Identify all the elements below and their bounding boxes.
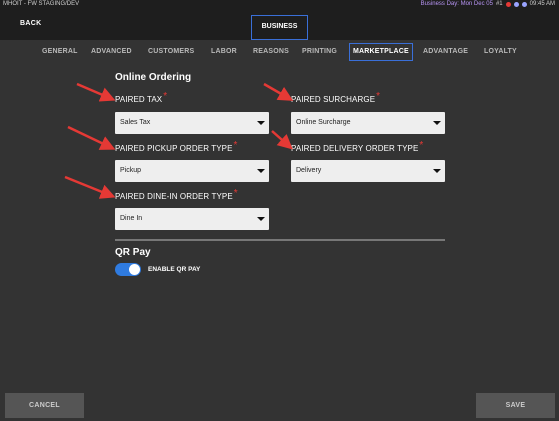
paired-tax-select[interactable]: Sales Tax — [115, 112, 269, 134]
required-marker: * — [419, 140, 424, 151]
paired-pickup-select[interactable]: Pickup — [115, 160, 269, 182]
paired-dine-in-value: Dine In — [120, 215, 143, 222]
app-header: BACK BUSINESS — [0, 9, 559, 40]
paired-tax-label: PAIRED TAX* — [115, 91, 168, 104]
arrow-paired-surcharge — [263, 82, 294, 101]
paired-dine-in-label: PAIRED DINE-IN ORDER TYPE* — [115, 188, 238, 201]
paired-delivery-value: Delivery — [296, 167, 322, 174]
required-marker: * — [233, 140, 238, 151]
tab-customers[interactable]: CUSTOMERS — [148, 43, 194, 61]
arrow-paired-pickup — [67, 125, 116, 150]
network-icon — [521, 2, 527, 7]
paired-pickup-value: Pickup — [120, 167, 142, 174]
tab-printing[interactable]: PRINTING — [302, 43, 337, 61]
tab-loyalty[interactable]: LOYALTY — [484, 43, 517, 61]
terminal-number: #1 — [495, 1, 503, 7]
tab-general[interactable]: GENERAL — [42, 43, 78, 61]
status-right: Business Day: Mon Dec 05 #1 09:45 AM — [421, 0, 555, 9]
tab-marketplace[interactable]: MARKETPLACE — [349, 43, 413, 61]
tab-advantage[interactable]: ADVANTAGE — [423, 43, 468, 61]
settings-tabs: GENERAL ADVANCED CUSTOMERS LABOR REASONS… — [0, 40, 559, 64]
dropdown-caret-icon — [433, 169, 441, 173]
dropdown-caret-icon — [257, 121, 265, 125]
arrow-paired-tax — [76, 82, 116, 102]
clock: 09:45 AM — [529, 1, 555, 7]
tab-reasons[interactable]: REASONS — [253, 43, 289, 61]
arrow-paired-delivery — [271, 130, 293, 150]
cancel-button[interactable]: CANCEL — [5, 393, 84, 418]
alert-icon — [505, 2, 511, 7]
status-bar: MHOIT - FW STAGING/DEV Business Day: Mon… — [0, 0, 559, 9]
arrow-paired-dine-in — [64, 175, 116, 199]
tab-advanced[interactable]: ADVANCED — [91, 43, 132, 61]
online-ordering-title: Online Ordering — [115, 72, 192, 83]
required-marker: * — [233, 188, 238, 199]
paired-pickup-label: PAIRED PICKUP ORDER TYPE* — [115, 140, 238, 153]
paired-surcharge-label: PAIRED SURCHARGE* — [291, 91, 381, 104]
sync-icon — [513, 2, 519, 7]
back-button[interactable]: BACK — [20, 20, 41, 27]
business-day: Business Day: Mon Dec 05 — [420, 1, 493, 7]
paired-tax-value: Sales Tax — [120, 119, 151, 126]
enable-qr-pay-toggle[interactable] — [115, 263, 141, 276]
paired-surcharge-select[interactable]: Online Surcharge — [291, 112, 445, 134]
paired-delivery-select[interactable]: Delivery — [291, 160, 445, 182]
save-button[interactable]: SAVE — [476, 393, 555, 418]
toggle-knob — [129, 264, 140, 275]
dropdown-caret-icon — [257, 217, 265, 221]
qr-pay-title: QR Pay — [115, 247, 151, 258]
required-marker: * — [376, 91, 381, 102]
enable-qr-pay-label: ENABLE QR PAY — [148, 266, 201, 273]
business-tab[interactable]: BUSINESS — [251, 15, 308, 40]
dropdown-caret-icon — [433, 121, 441, 125]
section-divider — [115, 239, 445, 241]
paired-delivery-label: PAIRED DELIVERY ORDER TYPE* — [291, 140, 424, 153]
paired-surcharge-value: Online Surcharge — [296, 119, 351, 126]
tab-labor[interactable]: LABOR — [211, 43, 237, 61]
paired-dine-in-select[interactable]: Dine In — [115, 208, 269, 230]
required-marker: * — [163, 91, 168, 102]
dropdown-caret-icon — [257, 169, 265, 173]
environment-label: MHOIT - FW STAGING/DEV — [3, 1, 80, 7]
